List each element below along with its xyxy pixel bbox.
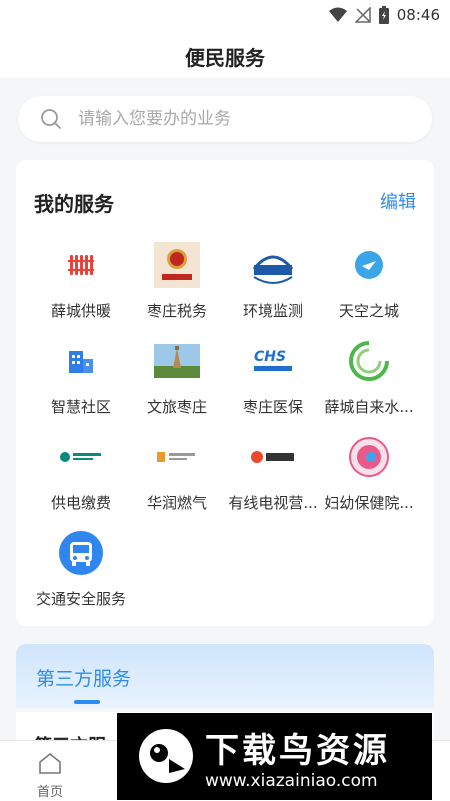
page-title: 便民服务	[185, 46, 265, 70]
service-heating[interactable]: 薛城供暖	[31, 240, 131, 324]
bird-logo-icon	[139, 729, 193, 783]
service-label: 华润燃气	[146, 494, 207, 512]
no-signal-icon	[354, 7, 371, 23]
nav-home-label: 首页	[36, 785, 63, 800]
search-icon	[41, 109, 61, 129]
my-services-title: 我的服务	[34, 192, 114, 216]
status-time: 08:46	[396, 6, 440, 24]
bus-icon	[56, 528, 106, 578]
service-electricity[interactable]: 供电缴费	[31, 432, 131, 516]
wifi-icon	[328, 7, 347, 22]
cnemc-logo-icon	[248, 240, 298, 290]
service-label: 妇幼保健院...	[324, 494, 414, 512]
service-water[interactable]: 薛城自来水...	[319, 336, 419, 420]
third-party-title: 第三方服务	[36, 668, 132, 690]
third-party-header[interactable]: 第三方服务	[16, 644, 434, 708]
service-label: 供电缴费	[50, 494, 111, 512]
home-icon	[39, 752, 61, 774]
service-sky-city[interactable]: 天空之城	[319, 240, 419, 324]
search-input[interactable]	[76, 108, 410, 130]
service-label: 文旅枣庄	[146, 398, 207, 416]
service-maternal-hospital[interactable]: 妇幼保健院...	[319, 432, 419, 516]
service-community[interactable]: 智慧社区	[31, 336, 131, 420]
service-label: 薛城自来水...	[324, 398, 414, 416]
cable-tv-logo-icon	[248, 432, 298, 482]
service-env[interactable]: 环境监测	[223, 240, 323, 324]
service-medical-insurance[interactable]: CHS 枣庄医保	[223, 336, 323, 420]
chs-logo-icon: CHS	[248, 336, 298, 386]
service-label: 枣庄医保	[242, 398, 303, 416]
tax-emblem-icon	[152, 240, 202, 290]
service-label: 交通安全服务	[35, 590, 126, 608]
service-label: 有线电视营...	[228, 494, 318, 512]
service-label: 枣庄税务	[146, 302, 207, 320]
header: 便民服务	[0, 30, 450, 78]
state-grid-logo-icon	[56, 432, 106, 482]
status-icons: 08:46	[328, 6, 440, 24]
cr-gas-logo-icon	[152, 432, 202, 482]
building-icon	[56, 336, 106, 386]
battery-icon	[378, 6, 389, 24]
service-label: 环境监测	[242, 302, 303, 320]
watermark-url: www.xiazainiao.com	[205, 771, 378, 791]
service-tax[interactable]: 枣庄税务	[127, 240, 227, 324]
watermark-title: 下载鸟资源	[205, 731, 390, 771]
watermark: 下载鸟资源 www.xiazainiao.com	[117, 713, 432, 800]
service-traffic-safety[interactable]: 交通安全服务	[31, 528, 131, 612]
pagoda-photo-icon	[152, 336, 202, 386]
sky-city-icon	[344, 240, 394, 290]
service-label: 智慧社区	[50, 398, 111, 416]
radiator-icon	[56, 240, 106, 290]
svg-text:CHS: CHS	[254, 349, 286, 365]
service-label: 天空之城	[338, 302, 399, 320]
service-cable-tv[interactable]: 有线电视营...	[223, 432, 323, 516]
search-bar[interactable]	[18, 96, 432, 142]
service-gas[interactable]: 华润燃气	[127, 432, 227, 516]
water-logo-icon	[344, 336, 394, 386]
status-bar: 08:46	[0, 0, 450, 30]
service-label: 薛城供暖	[50, 302, 111, 320]
nav-home[interactable]: 首页	[28, 751, 72, 800]
my-services-card: 我的服务 编辑 薛城供暖 枣庄税务 环境监测 天空之城 智慧社区 文旅枣庄 CH…	[16, 160, 434, 626]
edit-button[interactable]: 编辑	[380, 188, 416, 214]
service-culture-tourism[interactable]: 文旅枣庄	[127, 336, 227, 420]
third-party-underline	[74, 700, 100, 704]
maternal-hospital-logo-icon	[344, 432, 394, 482]
